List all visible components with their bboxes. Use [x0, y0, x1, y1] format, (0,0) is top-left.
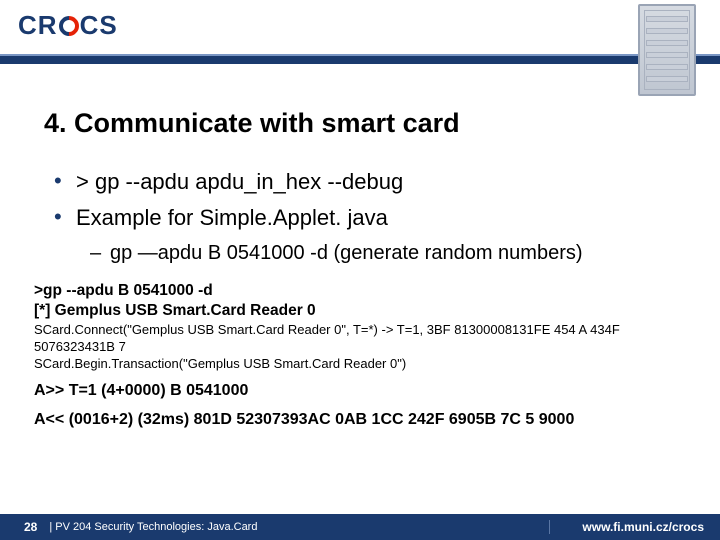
sub-bullet-item: – gp —apdu B 0541000 -d (generate random… — [90, 239, 676, 267]
code-line-connect: SCard.Connect("Gemplus USB Smart.Card Re… — [34, 321, 686, 355]
bullet-text: > gp --apdu apdu_in_hex --debug — [76, 167, 403, 197]
bullet-item: • Example for Simple.Applet. java — [54, 203, 676, 233]
footer-course-text: | PV 204 Security Technologies: Java.Car… — [49, 521, 257, 533]
rack-slot — [646, 52, 688, 58]
logo-text-right: CS — [80, 10, 118, 41]
sub-bullet-text: gp —apdu B 0541000 -d (generate random n… — [110, 239, 583, 267]
code-output-block: >gp --apdu B 0541000 -d [*] Gemplus USB … — [34, 281, 686, 430]
bullet-list: • > gp --apdu apdu_in_hex --debug • Exam… — [54, 167, 676, 267]
rack-slot — [646, 16, 688, 22]
bullet-dot-icon: • — [54, 167, 76, 195]
footer-url: www.fi.muni.cz/crocs — [582, 520, 704, 534]
rack-slot — [646, 28, 688, 34]
rack-slot — [646, 64, 688, 70]
bullet-item: • > gp --apdu apdu_in_hex --debug — [54, 167, 676, 197]
rack-slot — [646, 76, 688, 82]
rack-slot — [646, 40, 688, 46]
server-rack-graphic — [638, 4, 696, 96]
slide-header: CR CS — [0, 0, 720, 64]
header-bar — [0, 54, 720, 64]
crocs-logo: CR CS — [18, 10, 118, 41]
code-line-reader: [*] Gemplus USB Smart.Card Reader 0 — [34, 301, 686, 321]
footer-separator — [549, 520, 550, 534]
bullet-text: Example for Simple.Applet. java — [76, 203, 388, 233]
apdu-recv-line: A<< (0016+2) (32ms) 801D 52307393AC 0AB … — [34, 409, 686, 430]
slide-title: 4. Communicate with smart card — [44, 108, 676, 139]
page-number: 28 — [24, 520, 37, 534]
code-line-command: >gp --apdu B 0541000 -d — [34, 281, 686, 301]
apdu-sent-line: A>> T=1 (4+0000) B 0541000 — [34, 380, 686, 401]
dash-icon: – — [90, 239, 110, 267]
slide-content: 4. Communicate with smart card • > gp --… — [0, 64, 720, 267]
slide-footer: 28 | PV 204 Security Technologies: Java.… — [0, 514, 720, 540]
logo-text-left: CR — [18, 10, 58, 41]
logo-ring-icon — [54, 11, 82, 39]
code-line-transaction: SCard.Begin.Transaction("Gemplus USB Sma… — [34, 355, 686, 372]
bullet-dot-icon: • — [54, 203, 76, 231]
